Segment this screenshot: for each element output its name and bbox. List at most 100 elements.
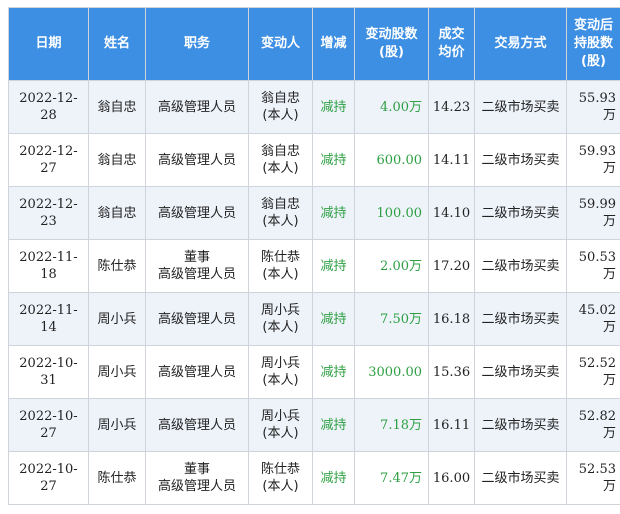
cell-direction: 减持 [312, 451, 355, 505]
cell-changer-line: 周小兵 [260, 356, 300, 371]
cell-position: 高级管理人员 [145, 292, 249, 346]
cell-changer-line: (本人) [262, 161, 299, 176]
header-avg-price: 成交 均价 [428, 7, 475, 81]
header-direction: 增减 [312, 7, 355, 81]
cell-holdings-after: 59.93万 [566, 133, 620, 187]
cell-name: 周小兵 [88, 292, 146, 346]
cell-position: 高级管理人员 [145, 80, 249, 134]
cell-changer: 周小兵 (本人) [248, 292, 313, 346]
cell-name: 翁自忠 [88, 80, 146, 134]
header-change-shares-line: 变动股数 [365, 27, 418, 42]
table-row: 2022-12-27 翁自忠 高级管理人员 翁自忠 (本人) 减持 600.00 14.11 二… [8, 133, 620, 187]
header-avg-price-line: 成交 [438, 27, 465, 42]
table-row: 2022-12-23 翁自忠 高级管理人员 翁自忠 (本人) 减持 100.00 14.10 二… [8, 186, 620, 240]
table-row: 2022-10-27 陈仕恭 董事 高级管理人员 陈仕恭 (本人) 减持 7.47万 16.00… [8, 451, 620, 505]
cell-avg-price: 15.36 [428, 345, 475, 399]
header-changer: 变动人 [248, 7, 313, 81]
cell-changer-line: (本人) [262, 214, 299, 229]
table-row: 2022-10-27 周小兵 高级管理人员 周小兵 (本人) 减持 7.18万 16.11 二级… [8, 398, 620, 452]
cell-direction: 减持 [312, 133, 355, 187]
cell-position: 董事 高级管理人员 [145, 451, 249, 505]
table-header: 日期 姓名 职务 变动人 增减 变动股数 (股) 成交 均价 交易方式 变动后 持股数 (股) [8, 7, 620, 81]
cell-date: 2022-10-27 [8, 451, 89, 505]
cell-name: 周小兵 [88, 345, 146, 399]
cell-changer-line: 周小兵 [260, 409, 300, 424]
cell-changer-line: 翁自忠 [260, 91, 300, 106]
cell-date: 2022-12-28 [8, 80, 89, 134]
cell-change-shares: 600.00 [354, 133, 429, 187]
header-change-shares: 变动股数 (股) [354, 7, 429, 81]
table-body: 2022-12-28 翁自忠 高级管理人员 翁自忠 (本人) 减持 4.00万 14.23 二级… [8, 80, 620, 505]
cell-change-shares: 100.00 [354, 186, 429, 240]
cell-changer: 陈仕恭 (本人) [248, 239, 313, 293]
cell-changer: 翁自忠 (本人) [248, 186, 313, 240]
header-change-shares-line: (股) [379, 45, 404, 60]
cell-date: 2022-10-27 [8, 398, 89, 452]
cell-changer-line: (本人) [262, 479, 299, 494]
cell-direction: 减持 [312, 239, 355, 293]
cell-changer-line: (本人) [262, 267, 299, 282]
cell-name: 陈仕恭 [88, 239, 146, 293]
header-holdings-after-line: (股) [581, 54, 606, 69]
cell-changer-line: (本人) [262, 373, 299, 388]
header-position: 职务 [145, 7, 249, 81]
cell-holdings-after: 45.02万 [566, 292, 620, 346]
cell-name: 翁自忠 [88, 186, 146, 240]
cell-changer: 周小兵 (本人) [248, 398, 313, 452]
table-row: 2022-11-18 陈仕恭 董事 高级管理人员 陈仕恭 (本人) 减持 2.00万 17.20… [8, 239, 620, 293]
cell-holdings-after: 52.82万 [566, 398, 620, 452]
cell-position-line: 高级管理人员 [157, 364, 236, 380]
cell-position: 董事 高级管理人员 [145, 239, 249, 293]
header-name: 姓名 [88, 7, 146, 81]
cell-holdings-after: 50.53万 [566, 239, 620, 293]
cell-changer-line: (本人) [262, 426, 299, 441]
header-holdings-after-line: 持股数 [573, 36, 613, 51]
table-row: 2022-11-14 周小兵 高级管理人员 周小兵 (本人) 减持 7.50万 16.18 二级… [8, 292, 620, 346]
cell-position: 高级管理人员 [145, 133, 249, 187]
cell-holdings-after: 52.52万 [566, 345, 620, 399]
cell-changer: 翁自忠 (本人) [248, 80, 313, 134]
cell-date: 2022-12-27 [8, 133, 89, 187]
header-row: 日期 姓名 职务 变动人 增减 变动股数 (股) 成交 均价 交易方式 变动后 持股数 (股) [8, 7, 620, 81]
cell-position-line: 高级管理人员 [157, 311, 236, 327]
cell-direction: 减持 [312, 345, 355, 399]
cell-changer-line: 周小兵 [260, 303, 300, 318]
cell-avg-price: 16.18 [428, 292, 475, 346]
header-avg-price-line: 均价 [438, 45, 465, 60]
cell-avg-price: 14.11 [428, 133, 475, 187]
cell-avg-price: 16.11 [428, 398, 475, 452]
cell-direction: 减持 [312, 80, 355, 134]
cell-change-shares: 7.50万 [354, 292, 429, 346]
cell-avg-price: 14.10 [428, 186, 475, 240]
cell-position-line: 高级管理人员 [157, 417, 236, 433]
cell-trade-method: 二级市场买卖 [474, 186, 567, 240]
cell-position-line: 董事 [183, 462, 210, 477]
cell-position-line: 高级管理人员 [157, 205, 236, 221]
cell-position: 高级管理人员 [145, 345, 249, 399]
header-holdings-after: 变动后 持股数 (股) [566, 7, 620, 81]
cell-avg-price: 17.20 [428, 239, 475, 293]
cell-direction: 减持 [312, 292, 355, 346]
cell-changer: 翁自忠 (本人) [248, 133, 313, 187]
cell-trade-method: 二级市场买卖 [474, 133, 567, 187]
cell-position-line: 高级管理人员 [157, 152, 236, 168]
cell-change-shares: 2.00万 [354, 239, 429, 293]
cell-name: 周小兵 [88, 398, 146, 452]
cell-trade-method: 二级市场买卖 [474, 398, 567, 452]
cell-date: 2022-12-23 [8, 186, 89, 240]
cell-name: 翁自忠 [88, 133, 146, 187]
cell-change-shares: 4.00万 [354, 80, 429, 134]
cell-direction: 减持 [312, 398, 355, 452]
cell-changer: 周小兵 (本人) [248, 345, 313, 399]
cell-changer-line: (本人) [262, 108, 299, 123]
cell-date: 2022-11-14 [8, 292, 89, 346]
cell-change-shares: 7.47万 [354, 451, 429, 505]
cell-holdings-after: 59.99万 [566, 186, 620, 240]
cell-change-shares: 7.18万 [354, 398, 429, 452]
cell-holdings-after: 52.53万 [566, 451, 620, 505]
cell-changer-line: 翁自忠 [260, 197, 300, 212]
cell-position: 高级管理人员 [145, 398, 249, 452]
cell-trade-method: 二级市场买卖 [474, 345, 567, 399]
table-row: 2022-10-31 周小兵 高级管理人员 周小兵 (本人) 减持 3000.00 15.36… [8, 345, 620, 399]
cell-position-line: 高级管理人员 [157, 479, 236, 494]
